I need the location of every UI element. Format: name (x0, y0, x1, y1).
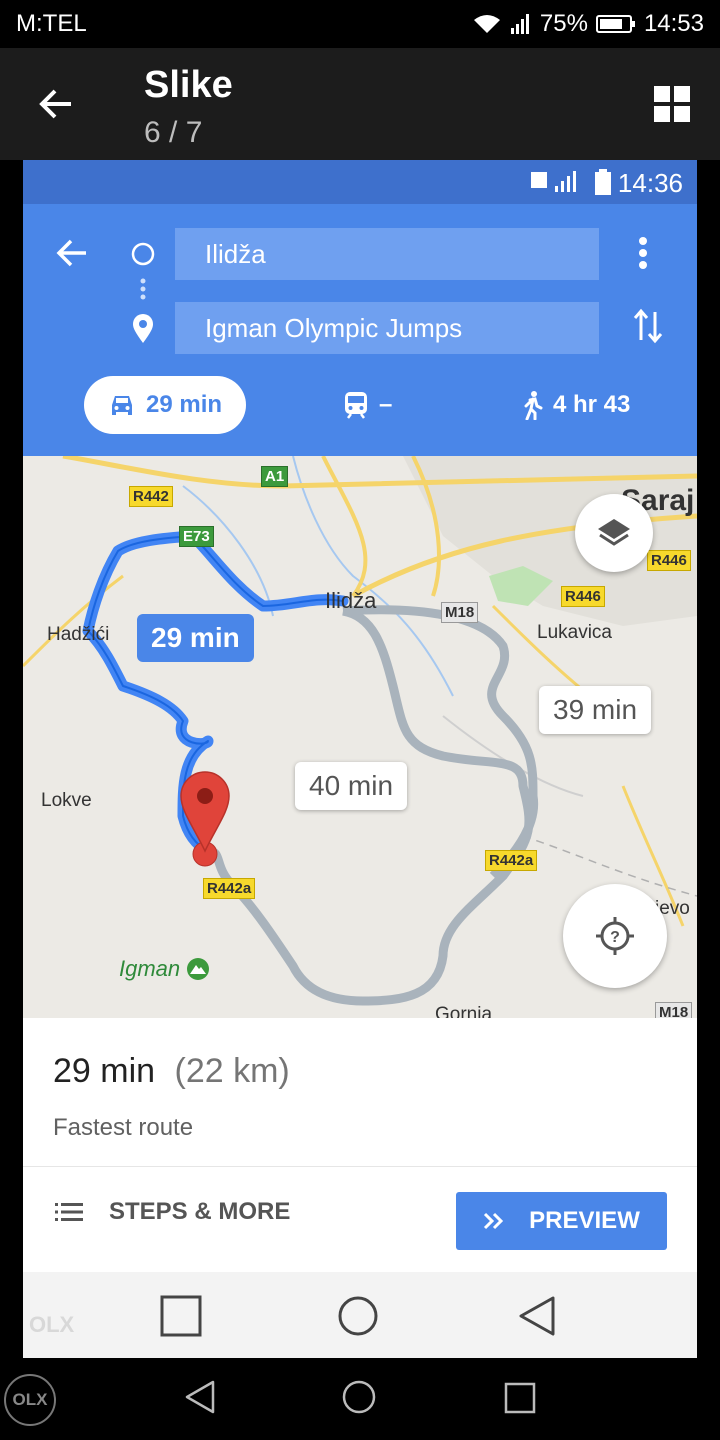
route-distance: (22 km) (174, 1052, 290, 1090)
route-duration: 29 min (53, 1052, 156, 1090)
inner-clock: 14:36 (617, 168, 683, 198)
place-label: Lukavica (537, 622, 612, 643)
mode-walk-tab[interactable]: 4 hr 43 (521, 376, 630, 434)
road-shield: R442 (129, 486, 173, 507)
route-time-alt2[interactable]: 40 min (295, 762, 408, 810)
olx-logo: OLX (4, 1374, 56, 1426)
road-shield: R446 (647, 550, 691, 571)
gallery-header: Slike 6 / 7 (0, 48, 720, 160)
road-shield: R442a (203, 878, 256, 899)
route-subtitle: Fastest route (53, 1114, 194, 1141)
road-shield: R446 (561, 586, 605, 607)
back-arrow-icon[interactable] (55, 236, 89, 270)
layers-icon (598, 519, 630, 546)
road-shield: M18 (655, 1002, 693, 1018)
route-time-fastest[interactable]: 29 min (137, 614, 254, 662)
origin-field[interactable]: Ilidža (175, 228, 599, 280)
image-counter: 6 / 7 (144, 116, 203, 149)
car-icon (111, 396, 132, 415)
place-label: Igman (119, 956, 181, 981)
svg-text:?: ? (610, 929, 620, 946)
double-chevron-icon (484, 1212, 504, 1230)
transit-time: – (379, 391, 393, 418)
destination-field[interactable]: Igman Olympic Jumps (175, 302, 599, 354)
mode-transit-tab[interactable]: – (343, 376, 392, 434)
battery-percent: 75% (539, 10, 588, 37)
list-icon (55, 1203, 83, 1221)
watermark: OLX (29, 1312, 75, 1337)
back-icon[interactable] (184, 1380, 216, 1414)
back-icon[interactable] (517, 1295, 557, 1337)
signal-icon (531, 171, 576, 192)
steps-more-label: STEPS & MORE (109, 1198, 291, 1225)
location-target-icon: ? (596, 917, 634, 955)
origin-circle-icon (131, 242, 155, 266)
walk-time: 4 hr 43 (553, 391, 631, 418)
poi-igman[interactable]: Igman (119, 956, 210, 982)
walking-icon (524, 391, 543, 420)
recents-icon[interactable] (504, 1382, 536, 1414)
home-icon[interactable] (342, 1380, 376, 1414)
divider (23, 1166, 697, 1167)
clock: 14:53 (643, 10, 704, 37)
route-time-alt1[interactable]: 39 min (539, 686, 652, 734)
mountain-icon (187, 958, 210, 980)
place-label: Lokve (41, 790, 92, 811)
device-nav-bar: OLX (0, 1358, 720, 1440)
swap-icon[interactable] (633, 308, 663, 344)
status-icons: 75% 14:53 (472, 10, 704, 38)
place-label: Hadžići (47, 624, 110, 645)
olx-logo-text: OLX (12, 1390, 48, 1409)
road-shield: R442a (485, 850, 538, 871)
layers-button[interactable] (575, 494, 653, 572)
carrier-label: M:TEL (16, 10, 87, 37)
place-label: Ilidža (325, 588, 377, 613)
route-summary-sheet: 29 min (22 km) Fastest route STEPS & MOR… (23, 1018, 697, 1272)
road-shield: M18 (441, 602, 479, 623)
screenshot-image: 14:36 Ilidža Igman Olympic Jumps 29 min … (23, 160, 697, 1358)
battery-icon (595, 15, 635, 33)
route-dots-icon (140, 278, 146, 300)
more-options-icon[interactable] (638, 236, 648, 270)
signal-icon (510, 14, 529, 34)
preview-label: PREVIEW (529, 1207, 640, 1234)
device-status-bar: M:TEL 75% 14:53 (0, 0, 720, 48)
mode-drive-tab[interactable]: 29 min (84, 376, 246, 434)
home-icon[interactable] (337, 1295, 379, 1337)
inner-status-bar: 14:36 (23, 160, 697, 204)
preview-button[interactable]: PREVIEW (456, 1192, 667, 1250)
battery-icon (595, 169, 611, 195)
place-label: Gornja (435, 1004, 493, 1018)
road-shield: E73 (179, 526, 214, 547)
map-view[interactable]: R442 A1 E73 M18 R446 R446 R442a R442a M1… (23, 456, 697, 1018)
grid-view-icon[interactable] (654, 86, 690, 122)
my-location-button[interactable]: ? (563, 884, 667, 988)
steps-more-button[interactable]: STEPS & MORE (55, 1198, 290, 1226)
wifi-icon (473, 15, 500, 33)
recents-icon[interactable] (160, 1295, 202, 1337)
directions-header: Ilidža Igman Olympic Jumps 29 min – 4 hr… (23, 204, 697, 456)
inner-nav-bar: OLX (23, 1272, 697, 1358)
drive-time: 29 min (145, 391, 223, 418)
back-arrow-icon[interactable] (38, 86, 74, 122)
road-shield: A1 (261, 466, 289, 487)
route-summary: 29 min (22 km) (53, 1052, 290, 1091)
train-icon (345, 392, 367, 419)
destination-pin-icon (133, 314, 153, 343)
gallery-title: Slike (144, 64, 233, 106)
